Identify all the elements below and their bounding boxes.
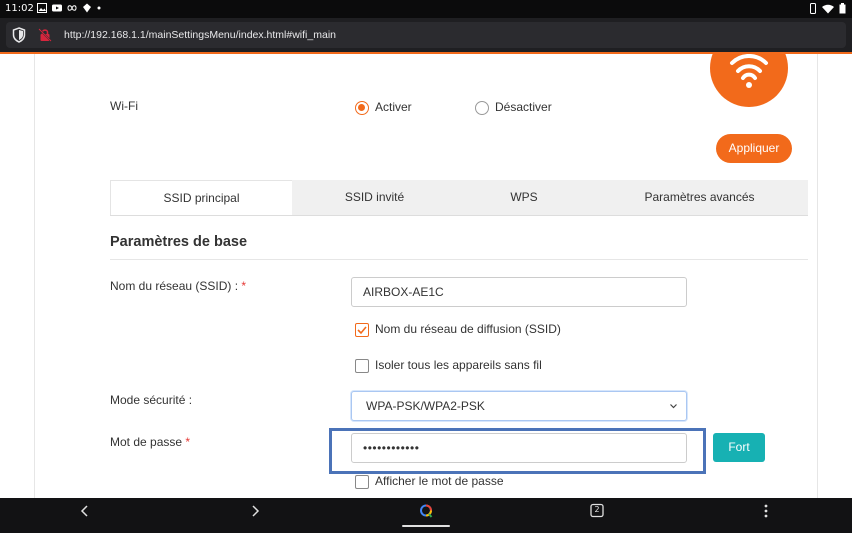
forward-icon[interactable] — [245, 503, 265, 519]
tab-wps[interactable]: WPS — [457, 180, 591, 215]
wifi-logo-icon — [710, 54, 788, 107]
checkmark-icon — [357, 326, 367, 335]
wifi-label: Wi-Fi — [110, 99, 138, 113]
isolate-devices-checkbox[interactable] — [355, 359, 369, 373]
browser-bottom-bar: 2 — [0, 498, 852, 533]
password-label: Mot de passe * — [110, 435, 190, 449]
tabs-count: 2 — [594, 505, 600, 514]
section-title: Paramètres de base — [110, 234, 248, 250]
password-label-text: Mot de passe — [110, 435, 183, 449]
more-menu-icon[interactable] — [756, 503, 776, 519]
security-mode-label: Mode sécurité : — [110, 393, 193, 407]
vibrate-icon — [810, 3, 816, 14]
security-mode-select[interactable]: WPA-PSK/WPA2-PSK — [351, 391, 687, 421]
tab-ssid-principal[interactable]: SSID principal — [110, 180, 292, 215]
location-icon — [83, 3, 91, 13]
wifi-disable-radio[interactable] — [475, 101, 489, 115]
insecure-lock-icon[interactable] — [38, 28, 52, 42]
gesture-bar — [402, 525, 450, 527]
web-page: Wi-Fi Activer Désactiver Appliquer SSID … — [0, 54, 852, 498]
password-strength-badge: Fort — [713, 433, 765, 462]
required-mark: * — [241, 279, 247, 293]
shield-icon[interactable] — [12, 27, 26, 43]
infinity-icon — [67, 5, 77, 11]
dot-icon — [97, 6, 101, 10]
wifi-disable-label[interactable]: Désactiver — [495, 100, 552, 114]
wifi-enable-label[interactable]: Activer — [375, 100, 412, 114]
status-bar: 11:02 — [0, 0, 852, 18]
broadcast-ssid-label[interactable]: Nom du réseau de diffusion (SSID) — [375, 322, 561, 336]
status-time: 11:02 — [5, 3, 34, 14]
battery-icon — [839, 3, 846, 14]
password-highlight-box — [329, 428, 706, 474]
back-icon[interactable] — [75, 503, 95, 519]
ssid-label-text: Nom du réseau (SSID) : — [110, 279, 239, 293]
tab-parametres-avances[interactable]: Paramètres avancés — [591, 180, 808, 215]
wifi-enable-radio[interactable] — [355, 101, 369, 115]
security-mode-value: WPA-PSK/WPA2-PSK — [366, 399, 485, 413]
isolate-devices-label[interactable]: Isoler tous les appareils sans fil — [375, 358, 542, 372]
search-home-icon[interactable] — [416, 503, 436, 519]
browser-toolbar: http://192.168.1.1/mainSettingsMenu/inde… — [0, 18, 852, 52]
image-icon — [37, 3, 47, 13]
password-required-mark: * — [185, 435, 191, 449]
ssid-tabs: SSID principal SSID invité WPS Paramètre… — [110, 180, 808, 216]
url-text: http://192.168.1.1/mainSettingsMenu/inde… — [64, 29, 336, 41]
address-bar[interactable]: http://192.168.1.1/mainSettingsMenu/inde… — [6, 22, 846, 48]
chevron-down-icon — [670, 404, 677, 409]
wifi-signal-icon — [822, 4, 834, 13]
section-divider — [110, 259, 808, 260]
youtube-icon — [52, 4, 62, 12]
apply-button[interactable]: Appliquer — [716, 134, 792, 163]
tabs-count-icon[interactable]: 2 — [587, 503, 607, 519]
show-password-label[interactable]: Afficher le mot de passe — [375, 474, 504, 488]
tab-ssid-invite[interactable]: SSID invité — [292, 180, 457, 215]
ssid-label: Nom du réseau (SSID) : * — [110, 279, 246, 293]
ssid-input[interactable]: AIRBOX-AE1C — [351, 277, 687, 307]
broadcast-ssid-checkbox[interactable] — [355, 323, 369, 337]
show-password-checkbox[interactable] — [355, 475, 369, 489]
